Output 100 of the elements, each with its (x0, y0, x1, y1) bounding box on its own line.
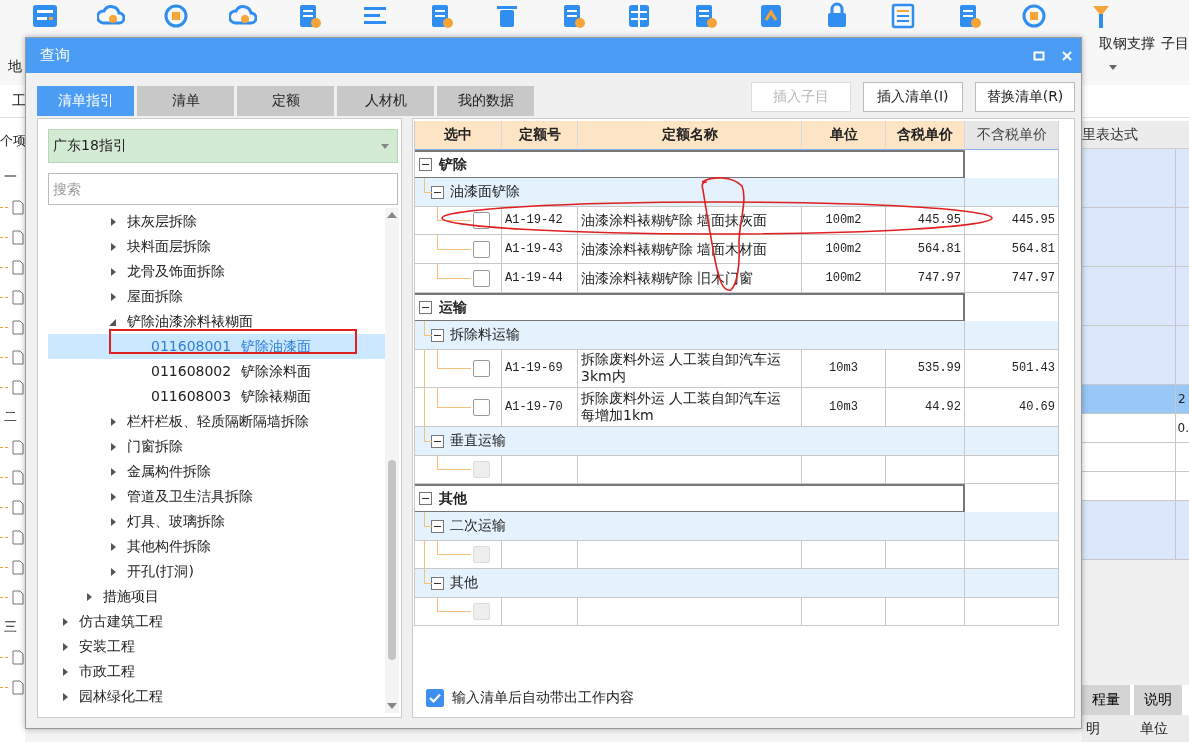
tab[interactable]: 程量 (1082, 685, 1130, 715)
column-header: 选中 (415, 121, 502, 150)
collapsed-arrow-icon[interactable] (108, 541, 118, 552)
scrollbar[interactable] (385, 208, 399, 713)
maximize-icon[interactable] (1033, 49, 1045, 62)
subgroup-row[interactable]: 油漆面铲除 (415, 178, 965, 207)
table-cell: 10m3 (802, 349, 886, 388)
tree-line (437, 540, 471, 555)
subgroup-row[interactable]: 二次运输 (415, 512, 965, 541)
tab[interactable]: 说明 (1134, 685, 1182, 715)
tab[interactable]: 人材机 (337, 86, 434, 116)
table-row[interactable]: 0. (1082, 414, 1189, 443)
collapse-icon[interactable] (419, 158, 432, 171)
column-header: 单位 (802, 121, 886, 150)
checkbox[interactable] (473, 211, 490, 229)
tree-item[interactable]: 措施项目 (48, 584, 385, 609)
tree-node[interactable]: 二 (0, 408, 17, 426)
subgroup-row[interactable]: 拆除料运输 (415, 321, 965, 350)
collapsed-arrow-icon[interactable] (108, 216, 118, 227)
column-header: 里表达式 (1082, 125, 1138, 144)
tree-item[interactable]: 其他构件拆除 (48, 534, 385, 559)
collapsed-arrow-icon[interactable] (60, 691, 70, 702)
collapse-icon[interactable] (431, 185, 444, 199)
checkbox[interactable] (473, 269, 490, 287)
table-cell: 747.97 (886, 264, 965, 293)
tree-item[interactable]: 园林绿化工程 (48, 684, 385, 709)
collapse-icon[interactable] (431, 576, 444, 590)
collapse-icon[interactable] (431, 434, 444, 448)
checkbox[interactable] (473, 359, 490, 377)
collapsed-arrow-icon[interactable] (108, 241, 118, 252)
checkbox[interactable] (473, 398, 490, 416)
tree-item[interactable]: 块料面层拆除 (48, 234, 385, 259)
subgroup-row[interactable]: 垂直运输 (415, 427, 965, 456)
collapse-icon[interactable] (431, 328, 444, 342)
tree-line (0, 206, 8, 208)
group-label: 铲除 (439, 155, 467, 174)
collapsed-arrow-icon[interactable] (60, 616, 70, 627)
tree-item[interactable]: 门窗拆除 (48, 434, 385, 459)
tree-line (0, 296, 8, 298)
subgroup-label: 油漆面铲除 (450, 183, 520, 201)
action-button[interactable]: 替换清单(R) (975, 82, 1075, 112)
collapse-icon[interactable] (419, 492, 432, 505)
table-cell: 501.43 (965, 349, 1059, 388)
collapsed-arrow-icon[interactable] (108, 491, 118, 502)
collapsed-arrow-icon[interactable] (60, 641, 70, 652)
sheet-icon[interactable] (889, 2, 917, 30)
tree-item[interactable]: 开孔(打洞) (48, 559, 385, 584)
toolbar-label[interactable]: 地 (8, 58, 22, 76)
tree-item[interactable]: 灯具、玻璃拆除 (48, 509, 385, 534)
tree-item[interactable]: 安装工程 (48, 634, 385, 659)
tree-item[interactable]: 管道及卫生洁具拆除 (48, 484, 385, 509)
tree-line (437, 206, 471, 221)
tree-line (0, 506, 8, 508)
tree-item[interactable]: 铲除油漆涂料裱糊面 (48, 309, 385, 334)
close-icon[interactable] (1061, 49, 1073, 62)
caret-icon[interactable] (1109, 64, 1117, 70)
action-button[interactable]: 插入清单(I) (863, 82, 963, 112)
collapsed-arrow-icon[interactable] (108, 416, 118, 427)
column-header: 含税单价 (886, 121, 965, 150)
tree-node[interactable]: 三 (0, 618, 17, 636)
tree-item[interactable]: 011608003 铲除裱糊面 (48, 384, 385, 409)
table-cell: A1-19-42 (502, 206, 578, 235)
collapsed-arrow-icon[interactable] (60, 666, 70, 677)
tree-line (437, 388, 471, 408)
tab[interactable]: 清单 (137, 86, 234, 116)
tree-item[interactable]: 市政工程 (48, 659, 385, 684)
table-row[interactable]: 2 (1082, 385, 1189, 414)
collapsed-arrow-icon[interactable] (84, 591, 94, 602)
tree-item[interactable]: 抹灰层拆除 (48, 209, 385, 234)
tree-item[interactable]: 屋面拆除 (48, 284, 385, 309)
library-dropdown[interactable]: 广东18指引 (48, 129, 398, 163)
tree-item[interactable]: 011608002 铲除涂料面 (48, 359, 385, 384)
checkbox[interactable] (473, 240, 490, 258)
tree-item[interactable]: 龙骨及饰面拆除 (48, 259, 385, 284)
scroll-down-icon[interactable] (387, 703, 397, 709)
tree-item[interactable]: 金属构件拆除 (48, 459, 385, 484)
checkbox[interactable] (426, 689, 444, 707)
scroll-up-icon[interactable] (387, 212, 397, 218)
tree-line (437, 264, 471, 279)
collapse-icon[interactable] (431, 519, 444, 533)
toolbar-label[interactable]: 取钢支撑 (1099, 35, 1155, 53)
tab[interactable]: 我的数据 (437, 86, 534, 116)
collapsed-arrow-icon[interactable] (108, 266, 118, 277)
collapse-icon[interactable] (419, 301, 432, 314)
subgroup-row[interactable]: 其他 (415, 569, 965, 598)
collapsed-arrow-icon[interactable] (108, 516, 118, 527)
ribbon-tab[interactable]: 工 (12, 92, 26, 110)
tab[interactable]: 定额 (237, 86, 334, 116)
collapsed-arrow-icon[interactable] (108, 441, 118, 452)
collapsed-arrow-icon[interactable] (108, 566, 118, 577)
tree-line (437, 455, 471, 470)
tree-item[interactable]: 仿古建筑工程 (48, 609, 385, 634)
collapsed-arrow-icon[interactable] (108, 291, 118, 302)
toolbar-label[interactable]: 子目 (1161, 35, 1189, 53)
search-field[interactable]: 搜索 (48, 173, 398, 205)
scroll-thumb[interactable] (388, 460, 396, 660)
collapsed-arrow-icon[interactable] (108, 466, 118, 477)
panel-icon[interactable] (31, 2, 59, 30)
tree-node[interactable]: 一 (0, 168, 17, 186)
tree-item[interactable]: 栏杆栏板、轻质隔断隔墙拆除 (48, 409, 385, 434)
